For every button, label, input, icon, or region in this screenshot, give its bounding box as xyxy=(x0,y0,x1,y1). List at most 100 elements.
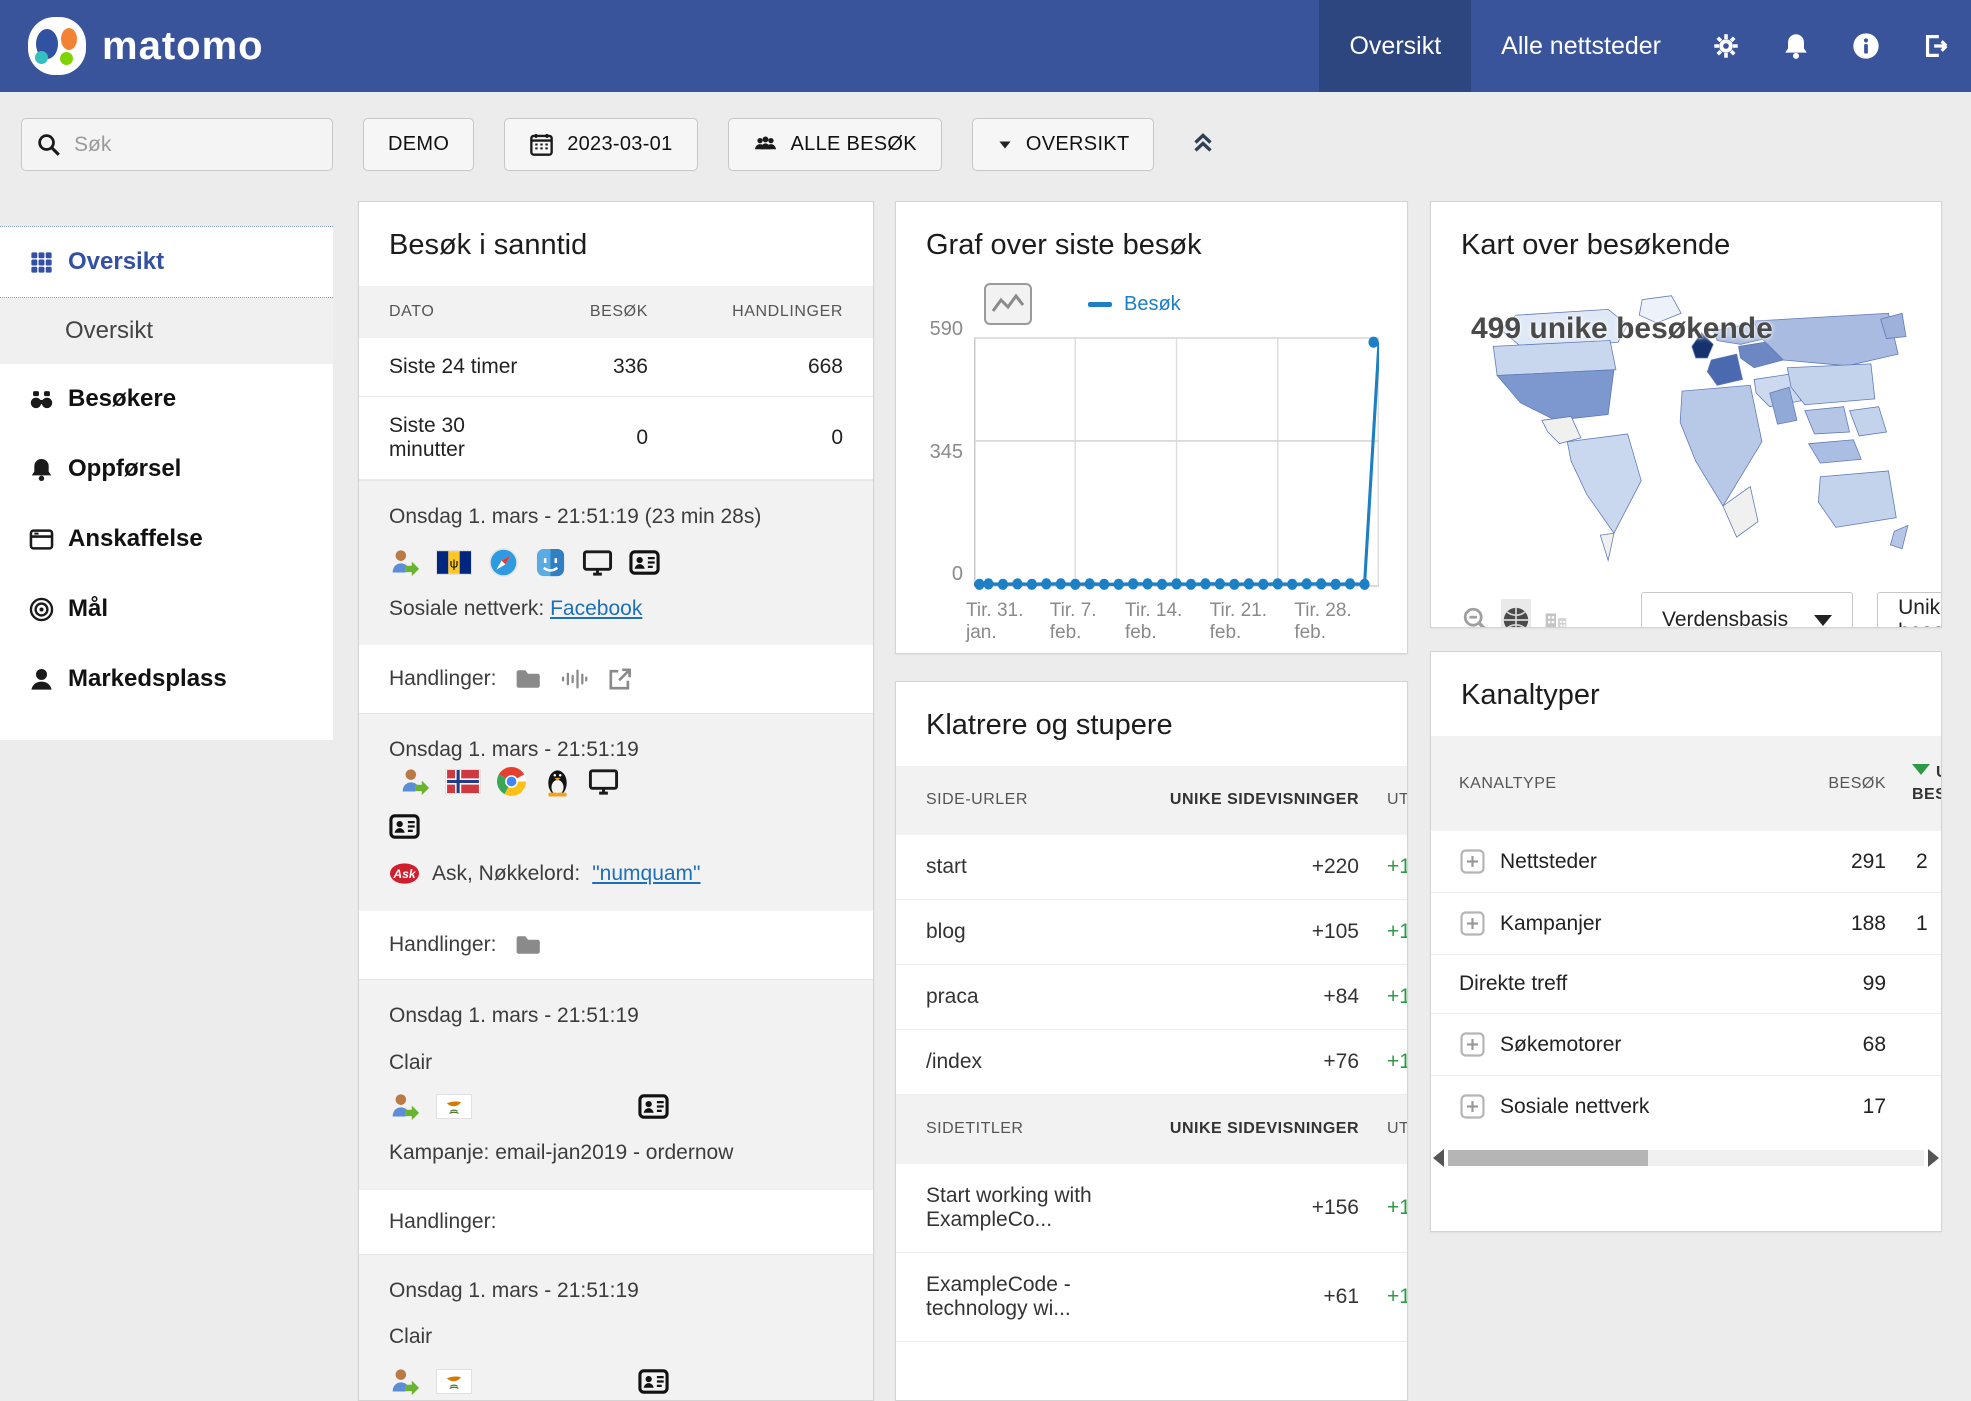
binoculars-icon xyxy=(28,386,55,413)
x-axis: Tir. 31. jan. Tir. 7. feb. Tir. 14. feb.… xyxy=(966,600,1379,644)
legend-line-swatch xyxy=(1088,302,1112,307)
search-box[interactable] xyxy=(21,118,333,171)
map-zoom-out-icon[interactable] xyxy=(1461,599,1491,628)
search-input[interactable] xyxy=(74,133,318,157)
dashboard-selector-button[interactable]: OVERSIKT xyxy=(972,118,1155,171)
scrollbar-thumb[interactable] xyxy=(1448,1150,1648,1166)
notifications-bell-icon[interactable] xyxy=(1761,0,1831,92)
visits-line-chart[interactable] xyxy=(974,330,1379,592)
chart-type-icon[interactable] xyxy=(984,283,1032,325)
sort-desc-icon xyxy=(1912,764,1930,775)
visit-entry: Onsdag 1. mars - 21:51:19 Clair Kampanje… xyxy=(359,979,873,1189)
scroll-left-icon[interactable] xyxy=(1433,1149,1444,1167)
referrer-link[interactable]: Facebook xyxy=(550,597,642,620)
x-tick: Tir. 28. feb. xyxy=(1294,600,1379,644)
search-keyword-label: Ask, Nøkkelord: xyxy=(432,859,580,888)
external-link-icon[interactable] xyxy=(606,665,634,693)
map-metric-select[interactable]: Unike besøkere xyxy=(1877,592,1942,628)
visit-datetime: Onsdag 1. mars - 21:51:19 (23 min 28s) xyxy=(389,501,843,533)
table-row: Nettsteder 291 2 xyxy=(1431,831,1942,893)
widget-title: Kanaltyper xyxy=(1431,652,1941,736)
expand-plus-icon[interactable] xyxy=(1459,848,1486,875)
widget-title: Graf over siste besøk xyxy=(896,202,1407,286)
returning-visitor-icon xyxy=(389,1091,420,1122)
matomo-logo[interactable]: matomo xyxy=(28,17,264,75)
x-tick: Tir. 21. feb. xyxy=(1210,600,1295,644)
table-row[interactable]: Start working with ExampleCo... +156 +1 xyxy=(896,1164,1408,1253)
visit-datetime: Onsdag 1. mars - 21:51:19 xyxy=(389,1000,843,1032)
search-icon xyxy=(36,132,62,158)
y-tick: 0 xyxy=(952,563,963,586)
site-selector-button[interactable]: DEMO xyxy=(363,118,474,171)
table-row: Siste 24 timer 336 668 xyxy=(359,338,873,397)
toolbar: DEMO 2023-03-01 ALLE BESØK OVERSIKT xyxy=(0,92,1971,171)
info-icon[interactable] xyxy=(1831,0,1901,92)
map-city-view-icon[interactable] xyxy=(1541,599,1571,628)
sidebar-item-markedsplass[interactable]: Markedsplass xyxy=(0,644,333,714)
table-row[interactable]: /index +76 +1 xyxy=(896,1030,1408,1095)
date-selector-button[interactable]: 2023-03-01 xyxy=(504,118,697,171)
map-world-view-icon[interactable] xyxy=(1501,599,1531,628)
visit-datetime: Onsdag 1. mars - 21:51:19 xyxy=(389,1275,843,1307)
col-besok: BESØK xyxy=(533,303,648,321)
sidebar-subitem-oversikt[interactable]: Oversikt xyxy=(0,298,333,364)
climbers-widget: Klatrere og stupere SIDE-URLER UNIKE SID… xyxy=(895,681,1408,1401)
returning-visitor-icon xyxy=(389,1366,420,1397)
table-row[interactable]: blog +105 +1 xyxy=(896,900,1408,965)
pulse-bars-icon[interactable] xyxy=(560,665,588,693)
visitor-profile-card-icon[interactable] xyxy=(638,1091,669,1122)
folder-icon[interactable] xyxy=(514,931,542,959)
table-row: Søkemotorer 68 xyxy=(1431,1014,1942,1076)
folder-icon[interactable] xyxy=(514,665,542,693)
visit-actions-row: Handlinger: xyxy=(359,645,873,713)
safari-browser-icon xyxy=(488,547,519,578)
visitor-name: Clair xyxy=(389,1322,843,1351)
last-visits-graph-widget: Graf over siste besøk Besøk 590 345 0 Ti… xyxy=(895,201,1408,654)
collapse-double-chevron-icon[interactable] xyxy=(1188,127,1218,162)
col-dato: DATO xyxy=(389,303,533,321)
caret-down-icon xyxy=(999,141,1010,148)
table-row[interactable]: ExampleCode - technology wi... +61 +1 xyxy=(896,1253,1408,1342)
sidebar-item-besokere[interactable]: Besøkere xyxy=(0,364,333,434)
expand-plus-icon[interactable] xyxy=(1459,1093,1486,1120)
channel-types-widget: Kanaltyper KANALTYPE BESØK UNIKE BESØKER… xyxy=(1430,651,1942,1232)
visitor-profile-card-icon[interactable] xyxy=(389,811,420,842)
dashboard-grid-icon xyxy=(28,249,55,276)
table-row: Direkte treff 99 xyxy=(1431,955,1942,1014)
scrollbar-track[interactable] xyxy=(1448,1150,1924,1166)
expand-plus-icon[interactable] xyxy=(1459,910,1486,937)
brand-text: matomo xyxy=(102,24,264,69)
visitor-map-widget: Kart over besøkende xyxy=(1430,201,1942,628)
map-region-select[interactable]: Verdensbasis xyxy=(1641,592,1853,628)
referrer-label: Sosiale nettverk: xyxy=(389,597,544,620)
y-tick: 345 xyxy=(930,441,963,464)
horizontal-scrollbar[interactable] xyxy=(1433,1147,1939,1169)
table-header: SIDE-URLER UNIKE SIDEVISNINGER UTVIKLING xyxy=(896,766,1408,835)
visitor-profile-card-icon[interactable] xyxy=(629,547,660,578)
visit-entry: Onsdag 1. mars - 21:51:19 Clair xyxy=(359,1254,873,1401)
segment-selector-button[interactable]: ALLE BESØK xyxy=(728,118,942,171)
scroll-right-icon[interactable] xyxy=(1928,1149,1939,1167)
nav-tab-oversikt[interactable]: Oversikt xyxy=(1319,0,1471,92)
sidebar-item-mal[interactable]: Mål xyxy=(0,574,333,644)
sidebar: Oversikt Oversikt Besøkere Oppførsel Ans… xyxy=(0,226,333,740)
all-visits-people-icon xyxy=(753,132,778,157)
widget-title: Kart over besøkende xyxy=(1431,202,1941,286)
nav-tab-alle-nettsteder[interactable]: Alle nettsteder xyxy=(1471,0,1691,92)
sidebar-item-anskaffelse[interactable]: Anskaffelse xyxy=(0,504,333,574)
search-keyword-link[interactable]: "numquam" xyxy=(592,859,700,888)
ask-search-engine-icon xyxy=(389,858,420,889)
sidebar-item-oversikt[interactable]: Oversikt xyxy=(0,226,333,298)
expand-plus-icon[interactable] xyxy=(1459,1031,1486,1058)
sidebar-item-oppforsel[interactable]: Oppførsel xyxy=(0,434,333,504)
sorted-column-header[interactable]: UNIKE BESØKERE xyxy=(1886,762,1942,805)
table-row[interactable]: praca +84 +1 xyxy=(896,965,1408,1030)
table-row: Sosiale nettverk 17 xyxy=(1431,1076,1942,1137)
signout-icon[interactable] xyxy=(1901,0,1971,92)
visitor-profile-card-icon[interactable] xyxy=(638,1366,669,1397)
x-tick: Tir. 14. feb. xyxy=(1125,600,1210,644)
table-row[interactable]: start +220 +1 xyxy=(896,835,1408,900)
returning-visitor-icon xyxy=(399,766,430,797)
legend-besok[interactable]: Besøk xyxy=(1088,293,1181,316)
settings-gear-icon[interactable] xyxy=(1691,0,1761,92)
